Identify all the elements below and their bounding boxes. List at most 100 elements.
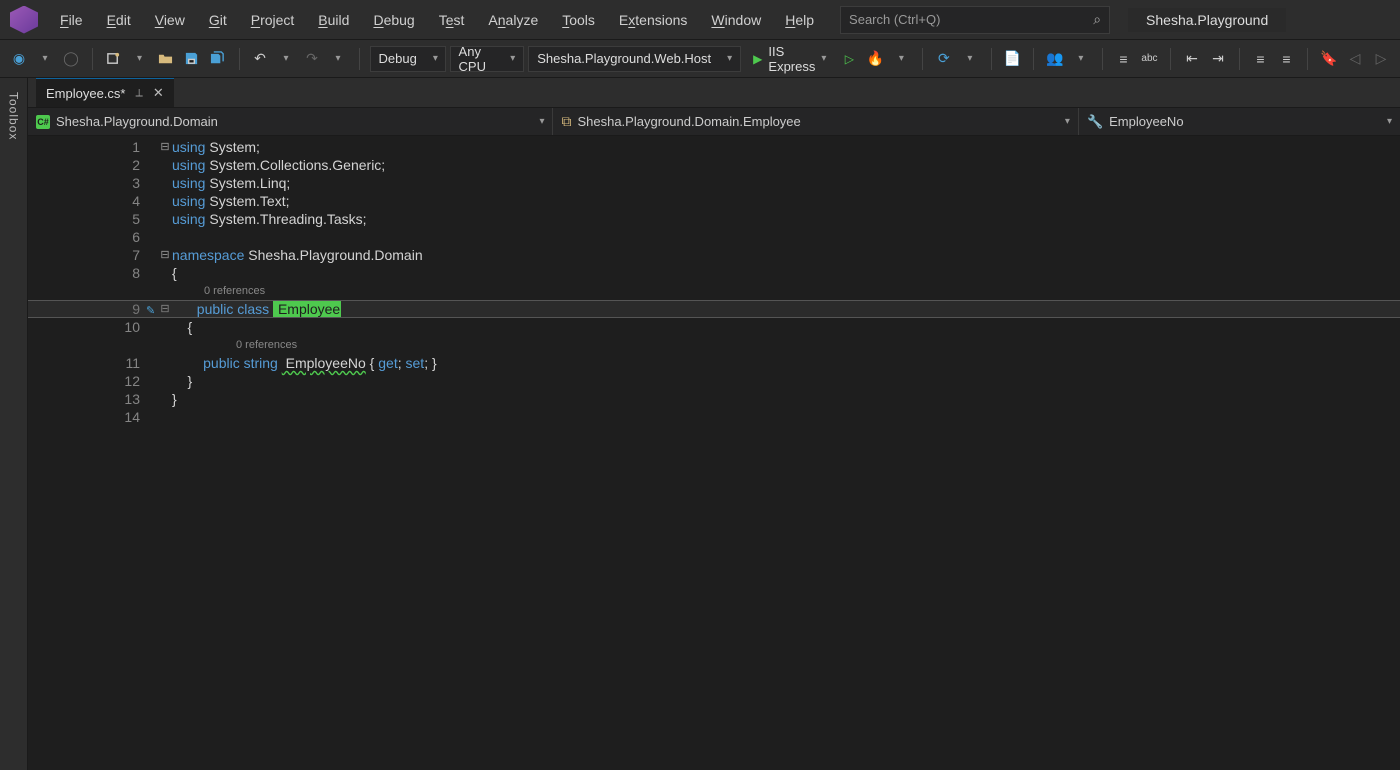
undo-caret-icon[interactable]: ▾ [275,47,297,71]
live-share-button[interactable]: 👥 [1044,47,1066,71]
menu-tools[interactable]: Tools [550,6,607,34]
comment-lines-button[interactable]: ≡ [1249,47,1271,71]
startup-value: Shesha.Playground.Web.Host [537,51,711,66]
menu-window[interactable]: Window [699,6,773,34]
codelens[interactable]: 0 references [172,282,1400,300]
menu-analyze[interactable]: Analyze [476,6,550,34]
keyword: get [378,355,397,371]
menu-file[interactable]: FFileile [48,6,95,34]
menu-test[interactable]: Test [427,6,477,34]
keyword: namespace [172,247,244,263]
save-all-button[interactable] [207,47,229,71]
save-button[interactable] [181,47,203,71]
code-editor[interactable]: 1 2 3 4 5 6 7 8 9 10 11 12 13 14 ⊟ ⊟ [28,136,1400,770]
separator [991,48,992,70]
menu-build[interactable]: Build [306,6,361,34]
codelens[interactable]: 0 references [172,336,1400,354]
menu-view[interactable]: View [143,6,197,34]
separator [922,48,923,70]
nav-back-caret-icon[interactable]: ▾ [34,47,56,71]
line-number: 4 [28,192,140,210]
code-text: Shesha.Playground.Domain [244,247,422,263]
class-icon: ⧉ [561,113,571,130]
collapse-icon[interactable]: ⊟ [158,246,172,264]
brace: ; } [424,355,436,371]
run-target: IIS Express [768,44,815,74]
toolbox-panel[interactable]: Toolbox [0,78,28,770]
tab-title: Employee.cs* [46,86,125,101]
keyword: using [172,211,205,227]
blank-line [172,408,1400,426]
browser-link-button[interactable]: ⟳ [933,47,955,71]
start-debug-button[interactable]: ▶IIS Express▾ [745,46,834,72]
close-icon[interactable]: ✕ [153,85,164,101]
toolbox-label: Toolbox [7,92,21,140]
indent-more-button[interactable]: ⇥ [1207,47,1229,71]
nav-member-value: EmployeeNo [1109,114,1183,129]
platform-dropdown[interactable]: Any CPU▾ [450,46,525,72]
nav-member-dropdown[interactable]: 🔧 EmployeeNo ▾ [1079,108,1400,135]
line-number: 8 [28,264,140,282]
bl-caret-icon[interactable]: ▾ [959,47,981,71]
uncomment-button[interactable]: abc [1138,47,1160,71]
undo-button[interactable]: ↶ [249,47,271,71]
redo-button[interactable]: ↷ [301,47,323,71]
startup-project-dropdown[interactable]: Shesha.Playground.Web.Host▾ [528,46,741,72]
code-text[interactable]: using System; using System.Collections.G… [172,138,1400,770]
nav-class-dropdown[interactable]: ⧉ Shesha.Playground.Domain.Employee ▾ [553,108,1078,135]
comment-out-button[interactable]: ≡ [1112,47,1134,71]
brace: } [172,373,192,389]
separator [1307,48,1308,70]
line-number: 1 [28,138,140,156]
codelens-text: 0 references [236,336,297,354]
next-bookmark-button[interactable]: ▷ [1370,47,1392,71]
code-text: System; [205,139,259,155]
line-number: 11 [28,354,140,372]
indent-less-button[interactable]: ⇤ [1181,47,1203,71]
keyword: using [172,157,205,173]
keyword: using [172,139,205,155]
line-number: 13 [28,390,140,408]
solution-name[interactable]: Shesha.Playground [1128,8,1286,32]
menu-project[interactable]: Project [239,6,307,34]
nav-back-button[interactable]: ◉ [8,47,30,71]
play-icon: ▶ [753,52,762,66]
prev-bookmark-button[interactable]: ◁ [1344,47,1366,71]
new-caret-icon[interactable]: ▾ [129,47,151,71]
new-project-button[interactable] [103,47,125,71]
separator [1102,48,1103,70]
line-number: 7 [28,246,140,264]
find-in-files-button[interactable]: 📄 [1001,47,1023,71]
nav-fwd-button[interactable]: ◯ [60,47,82,71]
codelens-text: 0 references [204,282,265,300]
redo-caret-icon[interactable]: ▾ [327,47,349,71]
lightbulb-icon[interactable]: ✎ [146,305,155,317]
hot-reload-button[interactable]: 🔥 [864,47,886,71]
outline-margin: ⊟ ⊟ ⊟ [158,138,172,770]
chevron-down-icon: ▾ [1065,116,1070,127]
open-button[interactable] [155,47,177,71]
line-number [28,282,140,300]
uncomment-lines-button[interactable]: ≡ [1275,47,1297,71]
nav-project-dropdown[interactable]: C# Shesha.Playground.Domain ▾ [28,108,553,135]
collapse-icon[interactable]: ⊟ [158,138,172,156]
menu-edit[interactable]: Edit [95,6,143,34]
hot-caret-icon[interactable]: ▾ [890,47,912,71]
line-number: 14 [28,408,140,426]
property-name: EmployeeNo [282,355,366,371]
menu-extensions[interactable]: Extensions [607,6,700,34]
keyword: string [240,355,278,371]
menu-git[interactable]: Git [197,6,239,34]
search-input[interactable]: Search (Ctrl+Q) ⌕ [840,6,1110,34]
menu-help[interactable]: Help [773,6,826,34]
separator [359,48,360,70]
config-dropdown[interactable]: Debug▾ [370,46,446,72]
start-no-debug-button[interactable]: ▷ [838,47,860,71]
navigation-bar: C# Shesha.Playground.Domain ▾ ⧉ Shesha.P… [28,108,1400,136]
tab-employee-cs[interactable]: Employee.cs* ⟂ ✕ [36,78,174,107]
pin-icon[interactable]: ⟂ [135,87,142,100]
menu-debug[interactable]: Debug [361,6,426,34]
ls-caret-icon[interactable]: ▾ [1070,47,1092,71]
bookmark-button[interactable]: 🔖 [1318,47,1340,71]
separator [1170,48,1171,70]
